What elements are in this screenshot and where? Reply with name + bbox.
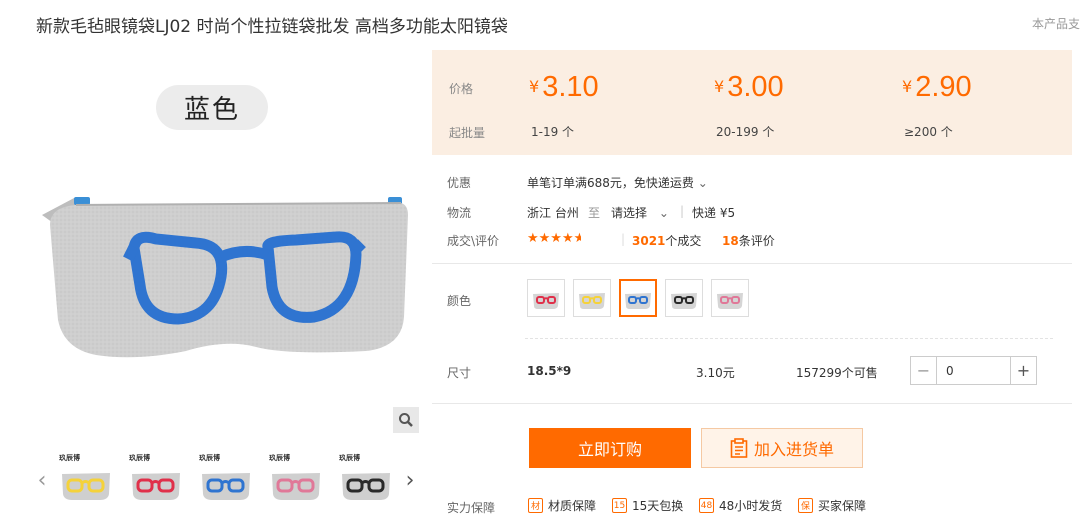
guarantee-label: 实力保障 (447, 501, 496, 515)
color-swatch[interactable] (527, 279, 565, 317)
thumbnail-item[interactable]: 玖辰博 (58, 452, 114, 506)
thumbnail-brand: 玖辰博 (339, 454, 360, 462)
thumbnail-item[interactable]: 玖辰博 (338, 452, 394, 506)
product-title: 新款毛毡眼镜袋LJ02 时尚个性拉链袋批发 高档多功能太阳镜袋 (36, 17, 508, 37)
color-swatch[interactable] (619, 279, 657, 317)
thumbnail-brand: 玖辰博 (129, 454, 150, 462)
increase-button[interactable]: + (1010, 357, 1036, 384)
guarantee-buyer[interactable]: 保买家保障 (798, 497, 866, 514)
shipping-icon: 48 (699, 498, 714, 513)
add-to-cart-button[interactable]: 加入进货单 (701, 428, 863, 468)
swatch-image (625, 293, 651, 309)
quantity-input[interactable] (937, 357, 1010, 384)
price-tier-3: ¥2.90 (902, 71, 972, 103)
clipboard-icon (730, 438, 748, 458)
price-tier-1: ¥3.10 (529, 71, 599, 103)
quantity-stepper[interactable]: − + (910, 356, 1037, 385)
decrease-button[interactable]: − (911, 357, 937, 384)
shield-icon: 保 (798, 498, 813, 513)
thumbnail-next-arrow-icon[interactable]: › (402, 468, 418, 493)
support-note: 本产品支 (1032, 17, 1081, 31)
rating-stars-icon: ★★★★★ (527, 231, 581, 246)
price-label: 价格 (449, 82, 474, 96)
color-label: 颜色 (447, 294, 472, 308)
stock-available: 157299个可售 (796, 366, 878, 380)
moq-label: 起批量 (449, 126, 486, 140)
swatch-image (671, 293, 697, 309)
color-swatch[interactable] (711, 279, 749, 317)
separator: | (680, 204, 685, 218)
thumbnail-prev-arrow-icon[interactable]: ‹ (34, 468, 50, 493)
to-label: 至 (588, 206, 601, 220)
qty-range-1: 1-19 个 (531, 125, 575, 139)
qty-range-3: ≥200 个 (904, 125, 953, 139)
add-to-cart-label: 加入进货单 (753, 440, 834, 459)
price-panel: 价格 起批量 ¥3.10 ¥3.00 ¥2.90 1-19 个 20-199 个… (432, 50, 1072, 155)
thumbnail-brand: 玖辰博 (59, 454, 80, 462)
qty-range-2: 20-199 个 (716, 125, 775, 139)
swatch-image (579, 293, 605, 309)
swatch-image (533, 293, 559, 309)
price-tier-2: ¥3.00 (714, 71, 784, 103)
main-product-image[interactable]: 蓝色 (36, 55, 420, 435)
color-swatches (527, 279, 749, 317)
zoom-icon[interactable] (393, 407, 419, 433)
color-swatch[interactable] (665, 279, 703, 317)
deals-count[interactable]: 3021个成交 (632, 232, 701, 249)
guarantee-exchange[interactable]: 15 15天包换 (612, 497, 683, 514)
thumbnail-brand: 玖辰博 (269, 454, 290, 462)
guarantee-material[interactable]: 材材质保障 (528, 497, 596, 514)
divider (432, 403, 1072, 404)
guarantee-shipping[interactable]: 48 48小时发货 (699, 497, 782, 514)
swatch-image (717, 293, 743, 309)
promo-text[interactable]: 单笔订单满688元，免快递运费 ⌄ (527, 174, 708, 191)
thumbnail-strip: 玖辰博 玖辰博 玖辰博 玖辰博 玖辰博 (58, 452, 394, 506)
thumbnail-item[interactable]: 玖辰博 (198, 452, 254, 506)
exchange-icon: 15 (612, 498, 627, 513)
separator: | (621, 232, 626, 246)
deals-reviews-label: 成交\评价 (447, 234, 500, 248)
chevron-down-icon: ⌄ (658, 206, 669, 220)
chevron-down-icon: ⌄ (697, 176, 708, 190)
dashed-divider (525, 338, 1053, 339)
destination-select[interactable]: 请选择 ⌄ (611, 204, 669, 221)
reviews-count[interactable]: 18条评价 (722, 232, 775, 249)
material-icon: 材 (528, 498, 543, 513)
size-label: 尺寸 (447, 366, 472, 380)
order-now-button[interactable]: 立即订购 (529, 428, 691, 468)
thumbnail-item[interactable]: 玖辰博 (268, 452, 324, 506)
size-value: 18.5*9 (527, 364, 572, 378)
divider (432, 263, 1072, 264)
thumbnail-brand: 玖辰博 (199, 454, 220, 462)
origin-location: 浙江 台州 (527, 206, 579, 220)
thumbnail-item[interactable]: 玖辰博 (128, 452, 184, 506)
glasses-case-illustration (42, 197, 408, 358)
promo-label: 优惠 (447, 176, 472, 190)
logistics-label: 物流 (447, 206, 472, 220)
shipping-fee: 快递 ¥5 (692, 206, 736, 220)
color-swatch[interactable] (573, 279, 611, 317)
unit-price: 3.10元 (696, 366, 735, 380)
